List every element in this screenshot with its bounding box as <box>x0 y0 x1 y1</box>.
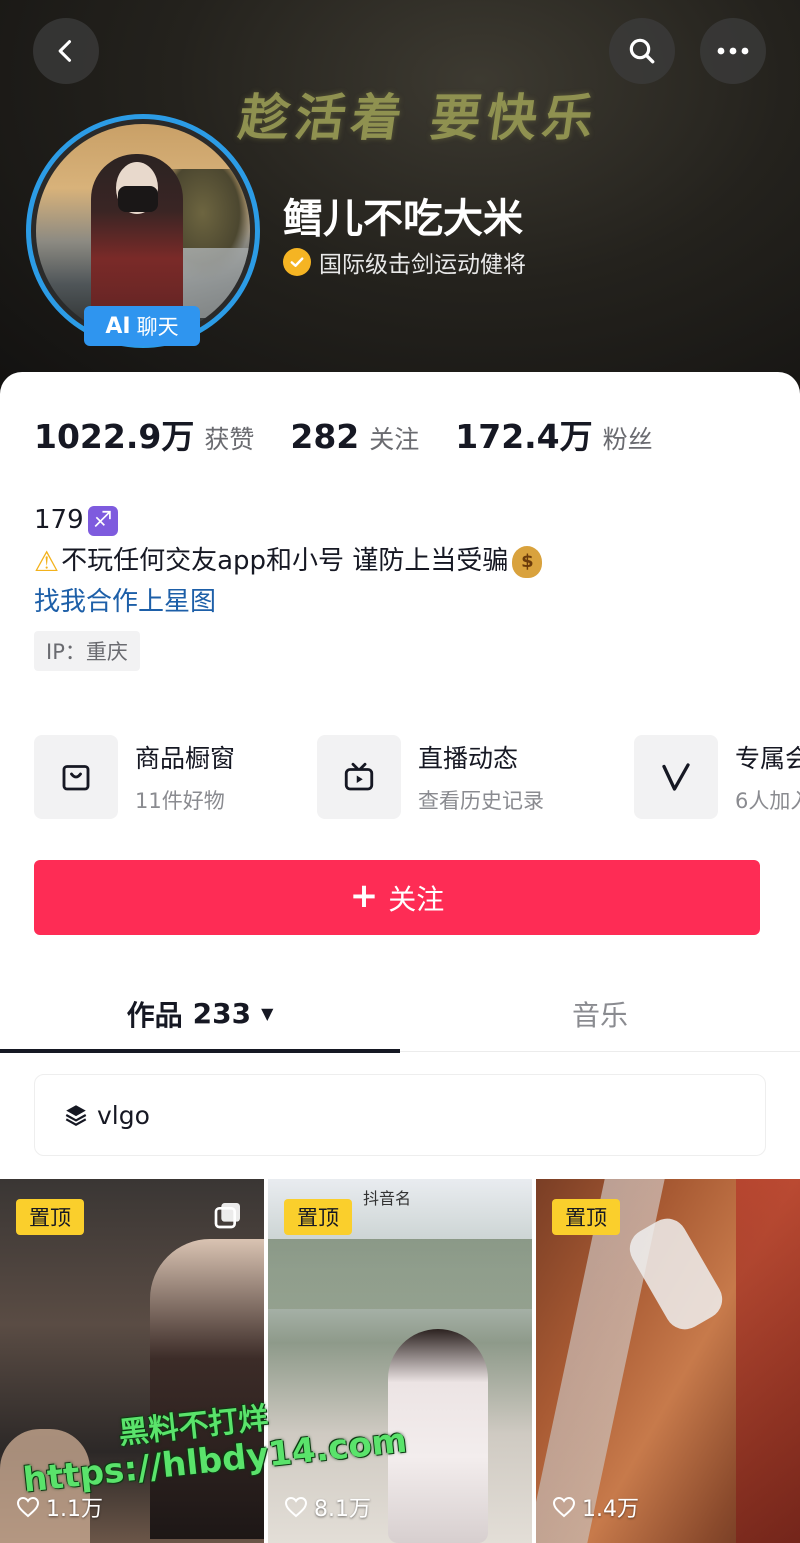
service-member-title: 专属会 <box>735 744 800 773</box>
ai-chat-badge[interactable]: AI 聊天 <box>84 306 200 346</box>
video-likes: 8.1万 <box>284 1491 371 1523</box>
tab-works-label: 作品 <box>126 998 183 1032</box>
profile-card: 1022.9万 获赞 282 关注 172.4万 粉丝 179 ♐ ⚠ 不玩任何… <box>0 372 800 1543</box>
video-thumbnail[interactable]: 置顶 1.4万 <box>536 1179 800 1543</box>
bio-warning-text: 不玩任何交友app和小号 谨防上当受骗 <box>61 546 509 576</box>
verification-row: 国际级击剑运动健将 <box>283 245 526 279</box>
stats-row: 1022.9万 获赞 282 关注 172.4万 粉丝 <box>34 410 689 458</box>
v-member-icon <box>634 735 718 819</box>
video-likes: 1.4万 <box>552 1491 639 1523</box>
caret-down-icon: ▼ <box>261 1004 274 1023</box>
shopping-bag-icon <box>34 735 118 819</box>
video-likes-count: 8.1万 <box>314 1497 371 1522</box>
ai-badge-prefix: AI <box>105 313 131 339</box>
follow-button[interactable]: + 关注 <box>34 860 760 935</box>
pinned-tag: 置顶 <box>552 1199 620 1235</box>
sagittarius-icon: ♐ <box>87 505 118 536</box>
back-button[interactable] <box>33 18 99 84</box>
stat-likes-value: 1022.9万 <box>34 417 195 456</box>
content-tabs: 作品 233 ▼ 音乐 <box>0 975 800 1053</box>
heart-icon <box>284 1496 308 1518</box>
bio-line-warning: ⚠ 不玩任何交友app和小号 谨防上当受骗 $ <box>34 541 543 582</box>
video-thumbnail[interactable]: 抖音名 置顶 8.1万 <box>268 1179 532 1543</box>
video-likes-count: 1.4万 <box>582 1497 639 1522</box>
pinned-tag: 置顶 <box>16 1199 84 1235</box>
plus-icon: + <box>349 876 379 916</box>
search-button[interactable] <box>609 18 675 84</box>
service-live[interactable]: 直播动态 查看历史记录 <box>317 735 544 819</box>
video-overlay-text: 抖音名 <box>363 1189 412 1208</box>
stat-followers-value: 172.4万 <box>455 417 593 456</box>
collection-label: vlgo <box>97 1100 150 1130</box>
service-shop-window[interactable]: 商品橱窗 11件好物 <box>34 735 235 819</box>
stat-likes[interactable]: 1022.9万 获赞 <box>34 410 254 458</box>
profile-banner: 趁活着 要快乐 AI 聊天 鳕儿不吃大米 国际级击剑运动健将 <box>0 0 800 400</box>
services-row: 商品橱窗 11件好物 直播动态 查看历史记录 专属会 6人加入 <box>34 735 800 821</box>
bio-height-text: 179 <box>34 505 84 535</box>
active-tab-indicator <box>0 1049 400 1053</box>
stat-following-value: 282 <box>290 417 360 456</box>
tab-music-label: 音乐 <box>571 998 628 1032</box>
money-bag-icon: $ <box>512 545 543 578</box>
tab-works[interactable]: 作品 233 ▼ <box>0 975 400 1052</box>
warning-icon: ⚠ <box>34 545 60 578</box>
verified-label: 国际级击剑运动健将 <box>319 252 526 278</box>
service-live-title: 直播动态 <box>418 744 519 773</box>
bio-line-link: 找我合作上星图 <box>34 582 542 623</box>
tab-works-count: 233 <box>192 997 252 1030</box>
ip-location-tag: IP：重庆 <box>34 631 140 671</box>
profile-name: 鳕儿不吃大米 <box>283 196 523 242</box>
stat-likes-label: 获赞 <box>204 425 255 454</box>
bio-line-height: 179 ♐ <box>34 500 542 541</box>
banner-calligraphy-text: 趁活着 要快乐 <box>235 88 604 147</box>
stat-followers[interactable]: 172.4万 粉丝 <box>455 410 652 458</box>
bio: 179 ♐ ⚠ 不玩任何交友app和小号 谨防上当受骗 $ 找我合作上星图 <box>34 500 543 623</box>
more-button[interactable] <box>700 18 766 84</box>
star-map-link[interactable]: 找我合作上星图 <box>34 582 216 623</box>
layers-icon <box>65 1105 87 1126</box>
verified-check-icon <box>283 248 311 276</box>
pinned-tag: 置顶 <box>284 1199 352 1235</box>
heart-icon <box>552 1496 576 1518</box>
tab-music[interactable]: 音乐 <box>400 975 800 1052</box>
service-shop-title: 商品橱窗 <box>135 744 236 773</box>
service-shop-subtitle: 11件好物 <box>135 789 225 813</box>
stat-following[interactable]: 282 关注 <box>290 417 419 456</box>
collection-vlgo[interactable]: vlgo <box>34 1074 766 1156</box>
ai-badge-label: 聊天 <box>136 315 179 339</box>
multi-image-icon <box>212 1199 244 1235</box>
service-member-subtitle: 6人加入 <box>735 789 800 813</box>
chevron-left-icon <box>58 40 72 62</box>
search-icon <box>629 38 655 64</box>
service-live-subtitle: 查看历史记录 <box>418 789 544 813</box>
follow-button-label: 关注 <box>388 882 445 916</box>
more-dots-icon <box>717 47 749 55</box>
stat-followers-label: 粉丝 <box>602 425 653 454</box>
stat-following-label: 关注 <box>369 425 420 454</box>
service-member[interactable]: 专属会 6人加入 <box>634 735 800 819</box>
live-tv-icon <box>317 735 401 819</box>
